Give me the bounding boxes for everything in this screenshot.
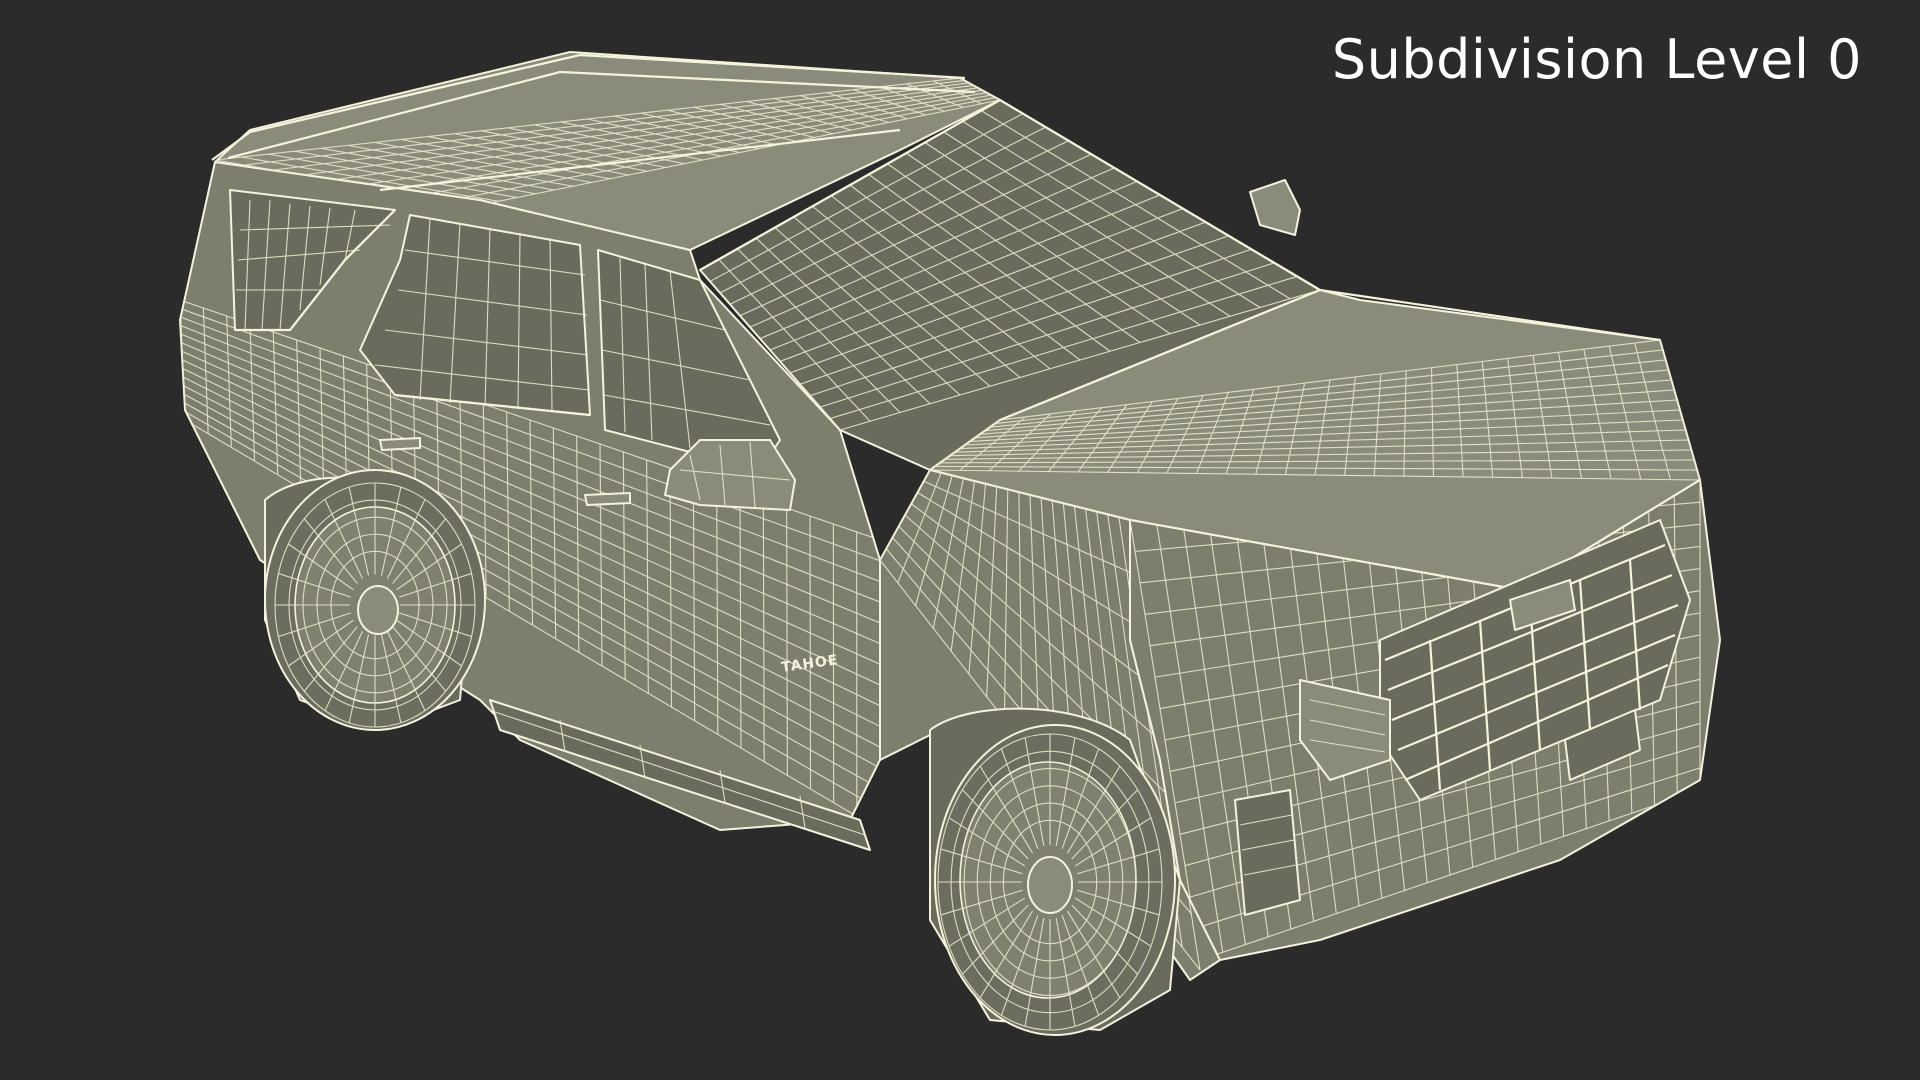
front-lower-intake [1234, 789, 1301, 916]
subdivision-level-label: Subdivision Level 0 [1331, 28, 1862, 91]
roof-antenna [1249, 179, 1301, 236]
rear-wheel [264, 469, 486, 731]
3d-viewport[interactable]: TAHOE Subdivision Level 0 [0, 0, 1920, 1080]
suv-wireframe-model[interactable]: TAHOE [0, 0, 1920, 1080]
